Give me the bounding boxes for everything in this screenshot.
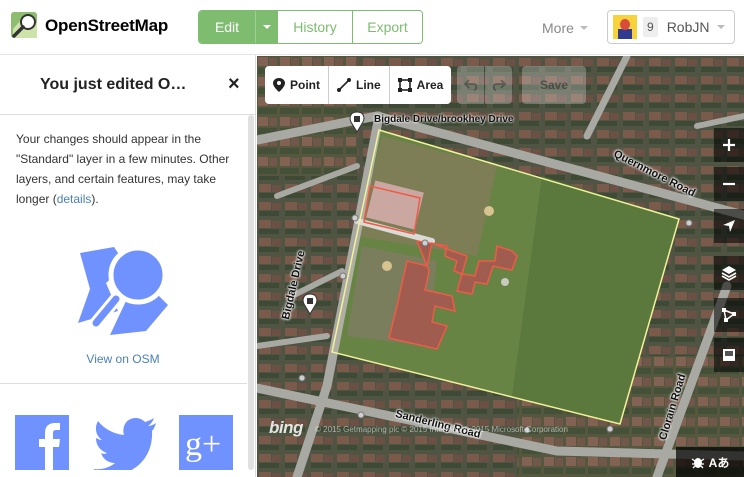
twitter-icon[interactable] [92, 415, 158, 470]
imagery-attribution[interactable]: © 2015 Getmapping plc © 2015 Intermap © … [315, 425, 568, 434]
geolocate-button[interactable] [714, 209, 744, 243]
plus-icon [723, 139, 735, 151]
google-plus-icon[interactable]: g+ [179, 415, 233, 470]
user-menu[interactable]: 9 RobJN [607, 10, 735, 44]
save-button[interactable]: Save [522, 66, 586, 104]
zoom-out-button[interactable] [714, 167, 744, 201]
view-on-osm-link[interactable]: View on OSM [0, 352, 246, 366]
bus-stop-label: Bigdale Drive/brookhey Drive [374, 114, 514, 125]
redo-button[interactable] [485, 66, 512, 104]
panel-icon [723, 349, 735, 361]
point-label: Point [290, 78, 320, 92]
sidebar-title: You just edited O… [40, 76, 187, 93]
language-toggle[interactable]: Aあ [709, 454, 730, 471]
bing-logo: bing [269, 418, 303, 437]
location-arrow-icon [723, 220, 735, 232]
top-navbar: OpenStreetMap Edit History Export More 9… [0, 0, 744, 55]
sidebar-header: You just edited O… × [0, 55, 255, 115]
redo-icon [492, 79, 506, 91]
chevron-down-icon [579, 26, 588, 30]
export-button[interactable]: Export [352, 11, 422, 43]
history-button[interactable]: History [277, 11, 352, 43]
zoom-in-button[interactable] [714, 128, 744, 162]
undo-button[interactable] [457, 66, 484, 104]
edit-button[interactable]: Edit [199, 11, 255, 43]
issues-button[interactable] [714, 338, 744, 372]
add-area-button[interactable]: Area [388, 66, 452, 104]
add-line-button[interactable]: Line [328, 66, 389, 104]
chevron-down-icon [717, 25, 726, 29]
bug-icon[interactable] [691, 455, 705, 469]
edit-dropdown-button[interactable] [255, 11, 277, 43]
line-label: Line [356, 78, 381, 92]
osm-magnifier-icon [11, 12, 37, 38]
username: RobJN [666, 19, 710, 35]
map-data-button[interactable] [714, 298, 744, 332]
more-menu[interactable]: More [542, 20, 588, 36]
caret-down-icon [262, 25, 271, 29]
divider [0, 383, 247, 384]
mode-button-group: Edit History Export [198, 10, 423, 44]
success-message: Your changes should appear in the "Stand… [0, 115, 255, 209]
background-layers-button[interactable] [714, 256, 744, 290]
map-canvas[interactable]: Bigdale Drive/brookhey Drive Bigdale Dri… [257, 56, 744, 477]
message-text-end: ). [91, 192, 99, 206]
area-label: Area [416, 78, 444, 92]
facebook-icon[interactable] [15, 415, 69, 470]
draw-toolbar: Point Line Area [265, 66, 452, 104]
line-icon [337, 78, 351, 92]
message-count-badge: 9 [643, 17, 658, 37]
close-icon[interactable]: × [228, 74, 240, 94]
add-point-button[interactable]: Point [265, 66, 328, 104]
undo-icon [463, 79, 477, 91]
more-label: More [542, 20, 574, 36]
map-footer-controls: Aあ [676, 447, 744, 477]
map-data-icon [722, 308, 736, 322]
minus-icon [723, 182, 735, 186]
sidebar: You just edited O… × Your changes should… [0, 55, 256, 477]
message-text: Your changes should appear in the "Stand… [16, 132, 230, 206]
details-link[interactable]: details [57, 192, 92, 206]
avatar [613, 15, 637, 39]
point-icon [273, 78, 285, 92]
osm-logo[interactable]: OpenStreetMap [10, 11, 168, 41]
undo-redo-group [457, 66, 512, 104]
svg-text:g+: g+ [185, 426, 221, 463]
sidebar-scrollbar[interactable] [248, 115, 254, 470]
area-icon [397, 78, 412, 92]
layers-icon [721, 266, 737, 281]
site-title[interactable]: OpenStreetMap [45, 16, 168, 36]
osm-logo-icon[interactable] [76, 243, 171, 338]
